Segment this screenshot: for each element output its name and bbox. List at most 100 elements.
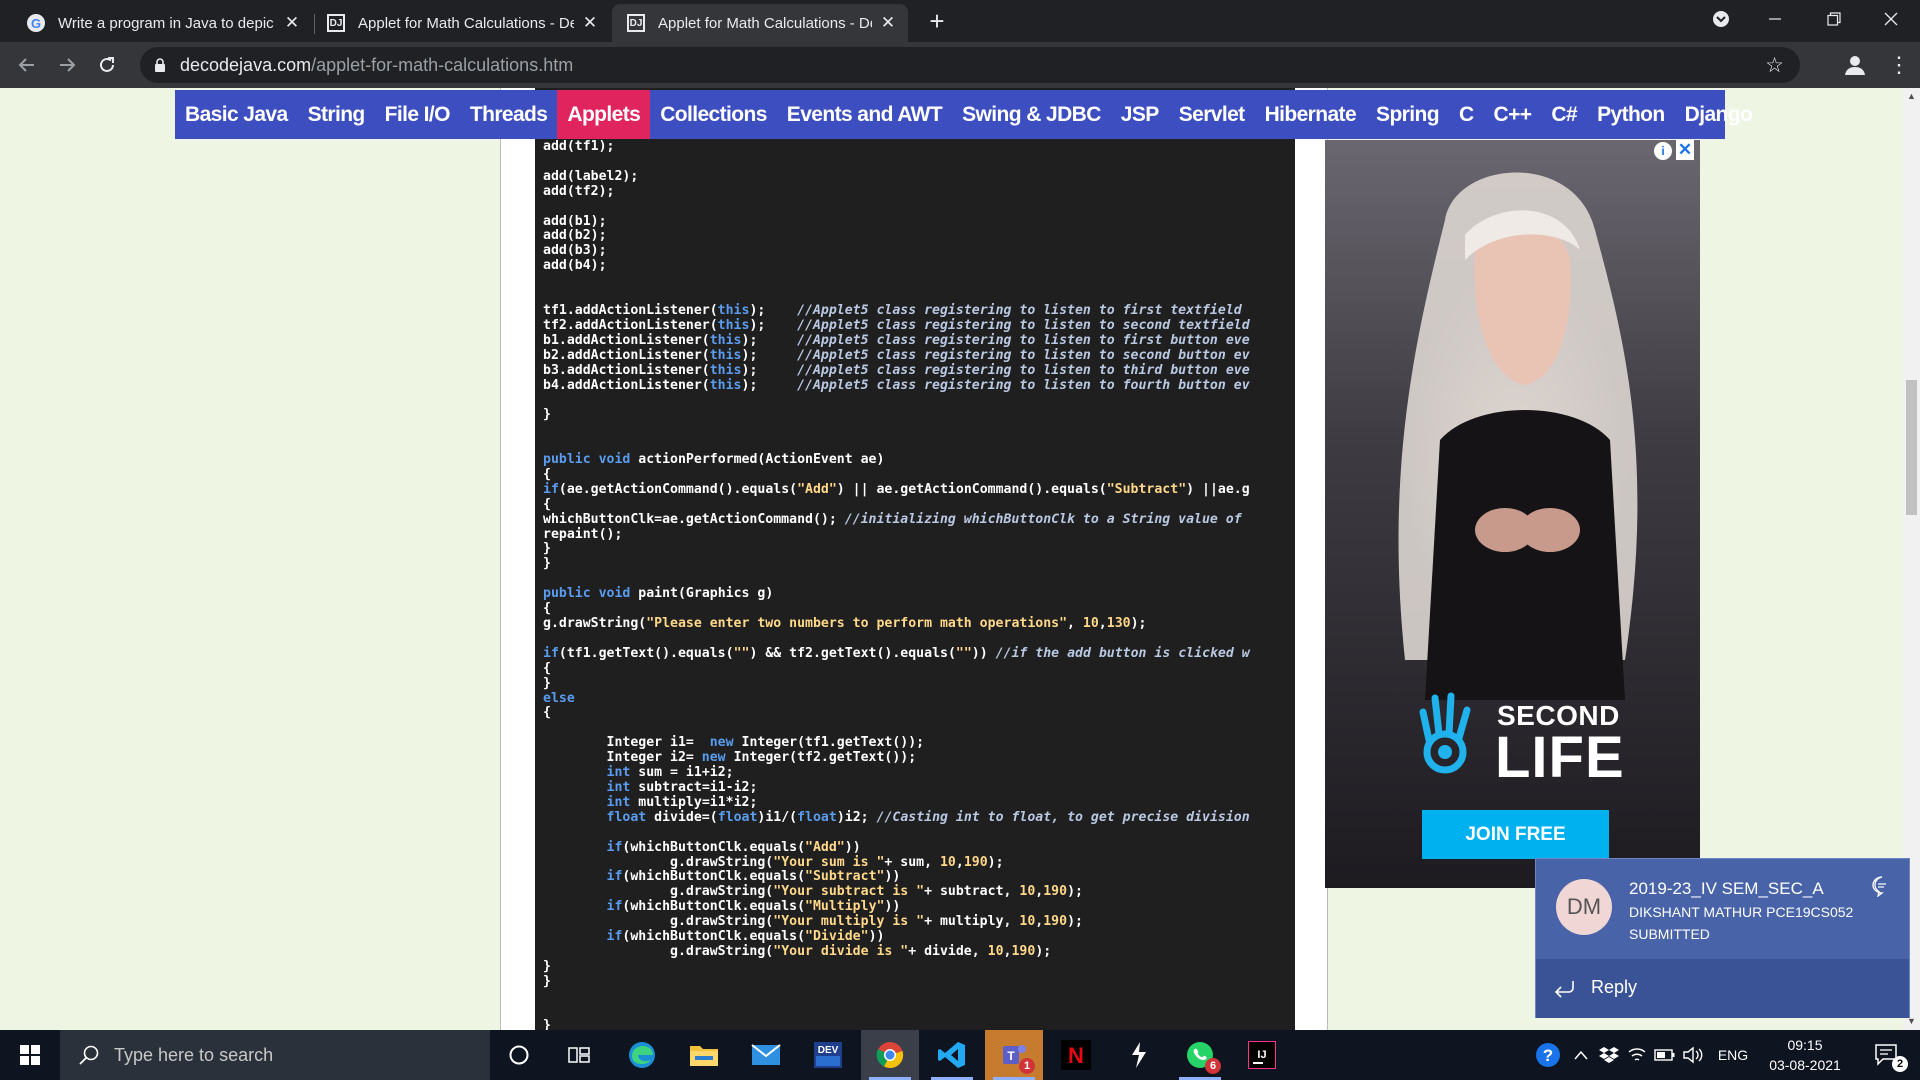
site-navbar: Basic Java String File I/O Threads Applets Co… — [175, 90, 1753, 139]
ad-brand-line2: LIFE — [1495, 725, 1625, 790]
new-tab-button[interactable]: + — [922, 6, 952, 36]
windows-taskbar: Type here to search DEV T 1 N 6 IJ ? ENG… — [0, 1030, 1920, 1080]
taskbar-search-box[interactable]: Type here to search — [60, 1030, 490, 1080]
browser-tab-2[interactable]: DJ Applet for Math Calculations - De ✕ — [312, 4, 610, 42]
advertisement[interactable]: i ✕ SECOND LIFE JOIN FREE — [1325, 140, 1700, 888]
forward-icon[interactable] — [52, 50, 82, 80]
whatsapp-icon[interactable]: 6 — [1171, 1030, 1229, 1080]
nav-item-c[interactable]: C++ — [1484, 90, 1542, 139]
battery-icon[interactable] — [1652, 1030, 1678, 1080]
nav-item-django[interactable]: Django — [1675, 90, 1763, 139]
notification-center-icon[interactable]: 2 — [1862, 1030, 1912, 1080]
decodejava-icon: DJ — [626, 13, 646, 33]
intellij-icon[interactable]: IJ — [1233, 1030, 1291, 1080]
nav-item-events-and-awt[interactable]: Events and AWT — [777, 90, 952, 139]
notification-title: 2019-23_IV SEM_SEC_A — [1629, 879, 1824, 898]
file-explorer-icon[interactable] — [675, 1030, 733, 1080]
browser-menu-icon[interactable]: ⋮ — [1888, 50, 1910, 80]
ad-close-icon[interactable]: ✕ — [1676, 140, 1694, 160]
tab-title: Write a program in Java to depic — [58, 14, 274, 32]
mail-icon[interactable] — [737, 1030, 795, 1080]
netflix-icon[interactable]: N — [1047, 1030, 1105, 1080]
reply-button[interactable]: Reply — [1536, 959, 1909, 1018]
back-icon[interactable] — [12, 50, 42, 80]
netflix-label: N — [1068, 1043, 1084, 1068]
notification-count-badge: 2 — [1892, 1056, 1908, 1072]
teams-badge: 1 — [1019, 1058, 1035, 1074]
nav-item-c[interactable]: C# — [1541, 90, 1587, 139]
decodejava-icon: DJ — [326, 13, 346, 33]
cortana-icon[interactable] — [490, 1030, 548, 1080]
code-block: add(tf1); add(label2); add(tf2); add(b1)… — [535, 88, 1295, 1030]
code-text: add(tf1); add(label2); add(tf2); add(b1)… — [543, 139, 1250, 1030]
reload-icon[interactable] — [92, 50, 122, 80]
windows-logo-icon — [20, 1045, 40, 1065]
url-text: decodejava.com/applet-for-math-calculati… — [180, 55, 573, 76]
restore-icon[interactable] — [1811, 0, 1857, 38]
notification-line-1: DIKSHANT MATHUR PCE19CS052 — [1629, 904, 1854, 920]
nav-item-jsp[interactable]: JSP — [1111, 90, 1169, 139]
nav-item-basic-java[interactable]: Basic Java — [175, 90, 298, 139]
close-tab-icon[interactable]: ✕ — [580, 13, 600, 33]
volume-icon[interactable] — [1680, 1030, 1706, 1080]
system-clock[interactable]: 09:15 03-08-2021 — [1760, 1035, 1850, 1075]
dropbox-icon[interactable] — [1596, 1030, 1622, 1080]
sublime-icon[interactable] — [1109, 1030, 1167, 1080]
help-icon[interactable]: ? — [1530, 1030, 1566, 1080]
reply-label: Reply — [1591, 977, 1638, 997]
address-bar[interactable]: decodejava.com/applet-for-math-calculati… — [140, 47, 1800, 83]
chrome-icon[interactable] — [861, 1030, 919, 1080]
nav-item-applets[interactable]: Applets — [557, 90, 651, 139]
chat-bubble-icon — [1872, 876, 1886, 897]
notification-toast[interactable]: DM 2019-23_IV SEM_SEC_A DIKSHANT MATHUR … — [1535, 858, 1910, 1018]
teams-icon[interactable]: T 1 — [985, 1030, 1043, 1080]
nav-item-file-i-o[interactable]: File I/O — [375, 90, 460, 139]
devcpp-label: DEV — [818, 1045, 839, 1056]
browser-toolbar: decodejava.com/applet-for-math-calculati… — [0, 42, 1920, 88]
reply-icon — [1554, 981, 1574, 998]
url-domain: decodejava.com — [180, 54, 312, 75]
bookmark-star-icon[interactable]: ☆ — [1765, 53, 1784, 78]
browser-tab-3-active[interactable]: DJ Applet for Math Calculations - De ✕ — [612, 4, 908, 42]
clock-date: 03-08-2021 — [1769, 1057, 1841, 1073]
nav-item-spring[interactable]: Spring — [1366, 90, 1449, 139]
tab-search-icon[interactable] — [1698, 0, 1744, 38]
intellij-label: IJ — [1257, 1049, 1266, 1061]
ad-join-button[interactable]: JOIN FREE — [1422, 810, 1609, 859]
ad-info-icon[interactable]: i — [1654, 142, 1672, 160]
scroll-thumb[interactable] — [1906, 380, 1917, 515]
start-button[interactable] — [0, 1030, 60, 1080]
minimize-icon[interactable] — [1752, 0, 1798, 38]
tab-title: Applet for Math Calculations - De — [658, 14, 872, 32]
wifi-icon[interactable] — [1624, 1030, 1650, 1080]
browser-tab-strip: G Write a program in Java to depic ✕ DJ … — [0, 0, 1920, 42]
clock-time: 09:15 — [1787, 1037, 1823, 1053]
lock-icon[interactable] — [154, 58, 166, 72]
devcpp-icon[interactable]: DEV — [799, 1030, 857, 1080]
nav-item-threads[interactable]: Threads — [460, 90, 558, 139]
close-tab-icon[interactable]: ✕ — [878, 13, 898, 33]
search-icon — [79, 1045, 99, 1065]
nav-item-c[interactable]: C — [1449, 90, 1484, 139]
notification-line-2: SUBMITTED — [1629, 926, 1710, 942]
nav-item-string[interactable]: String — [298, 90, 375, 139]
svg-text:?: ? — [1543, 1046, 1553, 1065]
scroll-up-icon[interactable]: ▲ — [1903, 88, 1920, 105]
ad-artwork — [1398, 172, 1638, 700]
url-path: /applet-for-math-calculations.htm — [311, 54, 574, 75]
nav-item-servlet[interactable]: Servlet — [1169, 90, 1255, 139]
profile-icon[interactable] — [1840, 50, 1870, 80]
edge-icon[interactable] — [613, 1030, 671, 1080]
nav-item-hibernate[interactable]: Hibernate — [1255, 90, 1366, 139]
close-tab-icon[interactable]: ✕ — [282, 13, 302, 33]
browser-tab-1[interactable]: G Write a program in Java to depic ✕ — [12, 4, 312, 42]
nav-item-swing-jdbc[interactable]: Swing & JDBC — [952, 90, 1111, 139]
vscode-icon[interactable] — [923, 1030, 981, 1080]
language-indicator[interactable]: ENG — [1710, 1030, 1756, 1080]
nav-item-python[interactable]: Python — [1587, 90, 1675, 139]
show-hidden-icons-icon[interactable] — [1568, 1030, 1594, 1080]
close-window-icon[interactable] — [1868, 0, 1914, 38]
nav-item-collections[interactable]: Collections — [650, 90, 777, 139]
tab-title: Applet for Math Calculations - De — [358, 14, 574, 32]
task-view-icon[interactable] — [550, 1030, 608, 1080]
